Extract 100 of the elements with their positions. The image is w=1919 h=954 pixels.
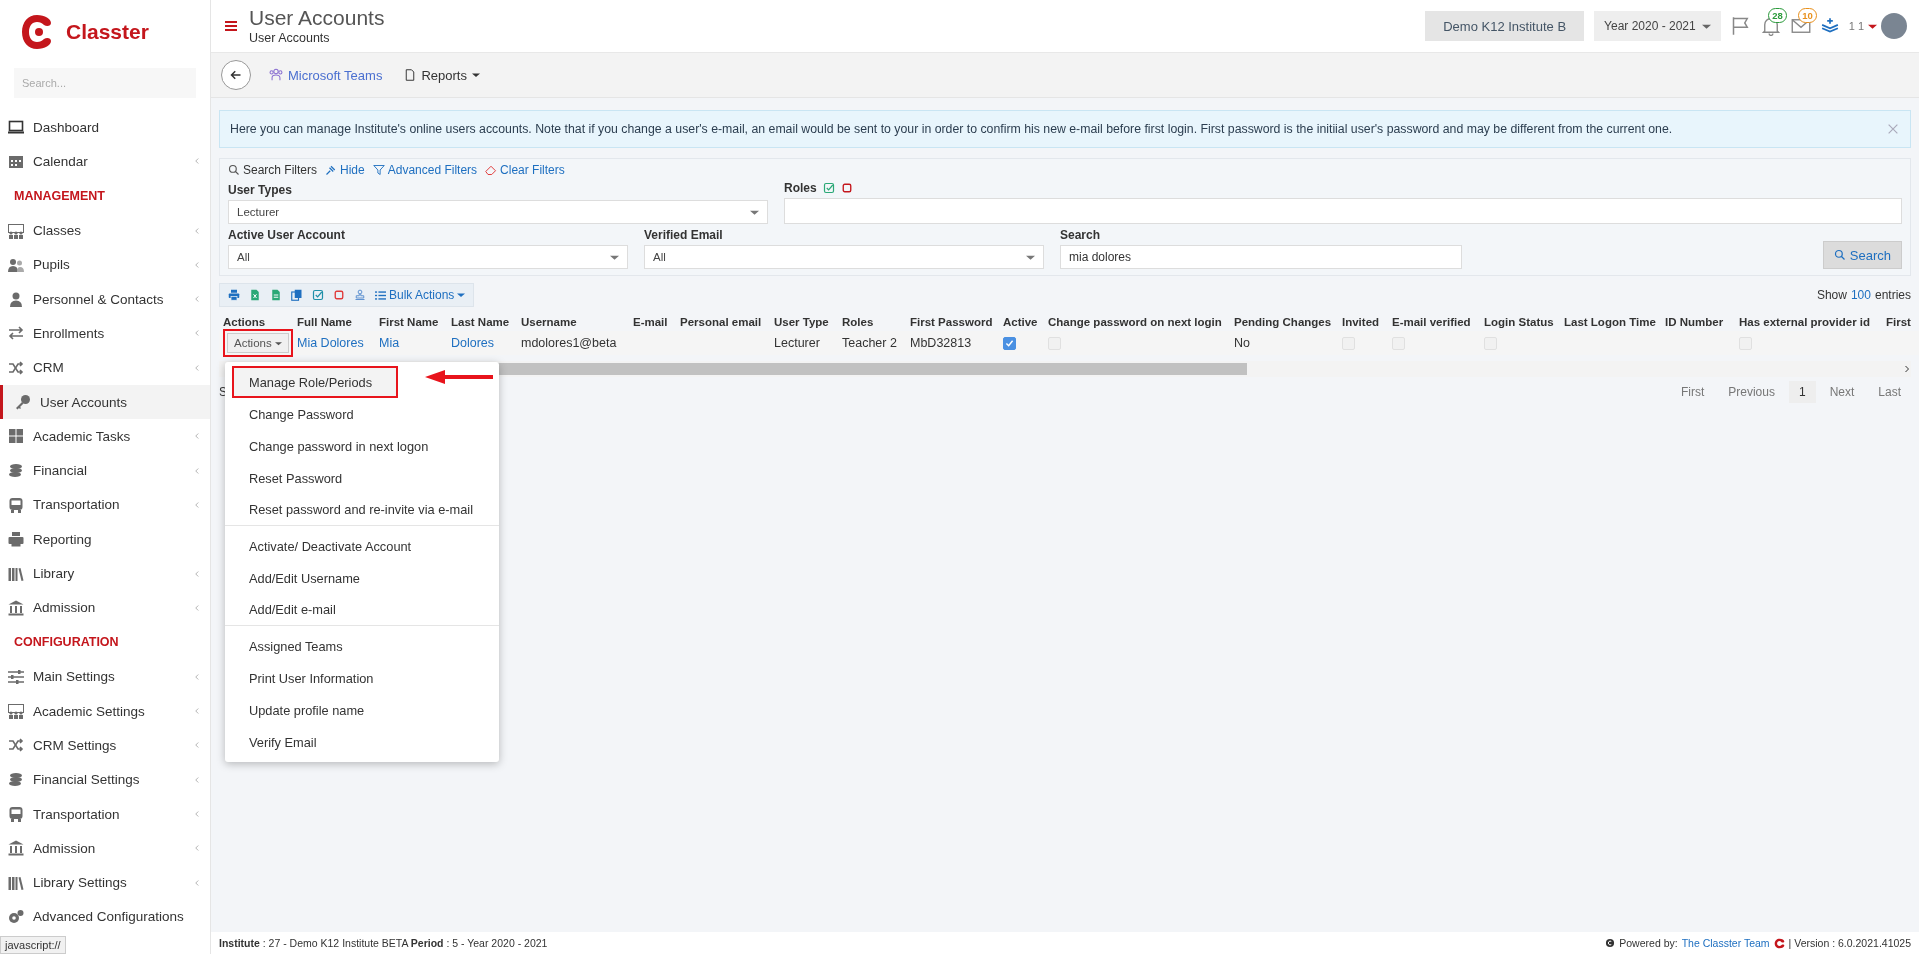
column-header[interactable]: First Password (906, 310, 999, 331)
column-header[interactable]: Active (999, 310, 1044, 331)
column-header[interactable]: Last Name (447, 310, 517, 331)
sidebar-item[interactable]: Academic Settings (0, 694, 210, 729)
column-header[interactable]: ID Number (1661, 310, 1735, 331)
column-header[interactable]: Actions (219, 310, 293, 331)
column-header[interactable]: Personal email (676, 310, 770, 331)
sidebar-item[interactable]: Library (0, 556, 210, 591)
sidebar-item[interactable]: Academic Tasks (0, 419, 210, 454)
checkbox[interactable] (1003, 336, 1016, 350)
list-icon (375, 289, 386, 301)
column-header[interactable]: Has external provider id (1735, 310, 1882, 331)
menu-item[interactable]: Manage Role/Periods (232, 366, 398, 398)
sidebar-item[interactable]: CRM (0, 350, 210, 385)
search-field[interactable]: mia dolores (1060, 245, 1462, 269)
column-header[interactable]: First Name (375, 310, 447, 331)
filter-link[interactable]: Search Filters (228, 163, 318, 177)
pagination-button[interactable]: Next (1819, 381, 1865, 403)
search-field[interactable]: Search... (14, 68, 196, 98)
pagination-button[interactable]: 1 (1788, 381, 1816, 403)
user-types-select[interactable]: Lecturer (228, 200, 768, 224)
menu-item[interactable]: Reset password and re-invite via e-mail (225, 494, 499, 526)
sidebar-item[interactable]: Library Settings (0, 865, 210, 900)
name-link[interactable]: Mia (379, 336, 400, 350)
group-icon (8, 222, 24, 239)
menu-item[interactable]: Change password in next logon (225, 430, 499, 462)
search-icon (1833, 249, 1846, 261)
sidebar-item[interactable]: Personnel & Contacts (0, 282, 210, 317)
sidebar-item[interactable]: Transportation (0, 796, 210, 832)
menu-item[interactable]: Activate/ Deactivate Account (225, 530, 499, 562)
institute-button[interactable]: Demo K12 Institute B (1425, 11, 1585, 41)
name-link[interactable]: Mia Dolores (297, 336, 364, 350)
column-header[interactable]: E-mail (629, 310, 676, 331)
bulk-actions-button[interactable]: Bulk Actions (375, 288, 466, 302)
team-link[interactable]: The Classter Team (1681, 937, 1770, 949)
sliders-icon (8, 668, 24, 685)
search-button[interactable]: Search (1822, 241, 1902, 269)
reports-button[interactable]: Reports (400, 63, 484, 87)
copy-icon (291, 289, 303, 301)
filter-link[interactable]: Advanced Filters (372, 163, 478, 177)
check-square-icon (312, 289, 324, 301)
active-account-select[interactable]: All (228, 245, 628, 269)
menu-item[interactable]: Update profile name (225, 694, 499, 726)
menu-item[interactable]: Print User Information (225, 662, 499, 694)
column-header[interactable]: Invited (1338, 310, 1388, 331)
column-header[interactable]: Change password on next login (1044, 310, 1230, 331)
sidebar-item[interactable]: Admission (0, 590, 210, 625)
verified-email-select[interactable]: All (644, 245, 1044, 269)
sidebar-item[interactable]: Main Settings (0, 659, 210, 695)
roles-field[interactable] (784, 198, 1902, 224)
entries-label: entries (1874, 288, 1911, 302)
column-header[interactable]: Username (517, 310, 629, 331)
breadcrumb: User Accounts (249, 31, 331, 45)
sidebar-item[interactable]: Dashboard (0, 110, 210, 145)
column-header[interactable]: Login Status (1480, 310, 1560, 331)
teams-link[interactable]: Microsoft Teams (265, 63, 387, 87)
menu-item[interactable]: Add/Edit e-mail (225, 594, 499, 626)
page-size-select[interactable]: 100 (1850, 288, 1871, 302)
back-button[interactable] (221, 60, 251, 90)
name-link[interactable]: Dolores (451, 336, 495, 350)
sidebar-item[interactable]: Enrollments (0, 316, 210, 351)
sidebar-item[interactable]: Pupils (0, 247, 210, 282)
actions-dropdown[interactable]: Actions (227, 333, 289, 353)
menu-item[interactable]: Assigned Teams (225, 630, 499, 662)
pagination-button[interactable]: First (1670, 381, 1715, 403)
books-icon (8, 874, 24, 891)
menu-item[interactable]: Change Password (225, 398, 499, 430)
avatar[interactable] (1881, 13, 1907, 39)
notification-badge: 28 (1768, 8, 1787, 23)
browser-status-bar: javascript:// (0, 936, 66, 954)
menu-item[interactable]: Add/Edit Username (225, 562, 499, 594)
sidebar-item[interactable]: Admission (0, 831, 210, 866)
pagination-button[interactable]: Last (1868, 381, 1911, 403)
column-header[interactable]: Last Logon Time (1560, 310, 1661, 331)
sidebar-item[interactable]: Advanced Configurations (0, 899, 210, 935)
close-icon (1886, 122, 1900, 136)
user-label[interactable]: 1 1 (1848, 20, 1864, 32)
column-header[interactable]: Roles (838, 310, 906, 331)
sidebar-item[interactable]: User Accounts (0, 384, 210, 420)
sidebar-item[interactable]: CRM Settings (0, 728, 210, 763)
pagination-button[interactable]: Previous (1718, 381, 1785, 403)
column-header[interactable]: E-mail verified (1388, 310, 1480, 331)
page-title: User Accounts (249, 7, 385, 28)
column-header[interactable]: User Type (770, 310, 838, 331)
year-select[interactable]: Year 2020 - 2021 (1594, 11, 1721, 41)
sidebar-item[interactable]: Transportation (0, 487, 210, 523)
sidebar-item[interactable]: Calendar (0, 144, 210, 179)
sidebar-item[interactable]: Financial Settings (0, 762, 210, 797)
menu-item[interactable]: Verify Email (225, 726, 499, 758)
column-header[interactable]: Pending Changes (1230, 310, 1338, 331)
menu-item[interactable]: Reset Password (225, 462, 499, 494)
caret-icon (471, 71, 480, 79)
filter-link[interactable]: Hide (325, 163, 365, 177)
column-header[interactable]: Full Name (293, 310, 375, 331)
sidebar-item[interactable]: Financial (0, 453, 210, 488)
column-header[interactable]: First (1882, 310, 1919, 331)
field-label: Roles (784, 181, 817, 195)
sidebar-item[interactable]: Reporting (0, 522, 210, 557)
sidebar-item[interactable]: Classes (0, 213, 210, 248)
filter-link[interactable]: Clear Filters (485, 163, 565, 177)
